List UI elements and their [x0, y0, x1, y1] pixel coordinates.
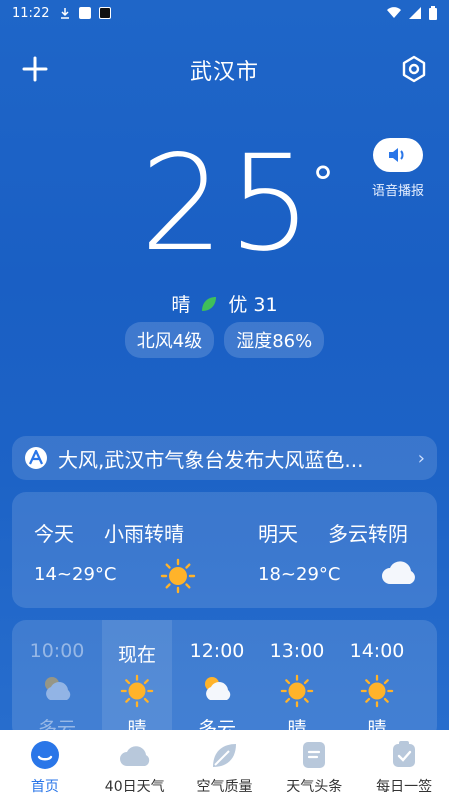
- signal-icon: [409, 7, 421, 19]
- leaf-icon: [202, 296, 217, 311]
- partly-cloudy-icon: [205, 677, 231, 700]
- hourly-item[interactable]: 10:00 多云: [22, 620, 92, 740]
- detail-pills: 北风4级 湿度86%: [0, 322, 449, 358]
- speaker-icon: [389, 148, 404, 162]
- wind-pill: 北风4级: [124, 322, 215, 358]
- hourly-forecast[interactable]: 10:00 多云 现在 晴 12:00 多云 13:00 晴 14:00 晴: [12, 620, 437, 740]
- leaf-icon: [213, 744, 237, 767]
- current-temperature: 25: [140, 127, 316, 281]
- hourly-time: 现在: [117, 644, 156, 666]
- app-notification-icon: [79, 7, 92, 19]
- tomorrow-label: 明天: [258, 522, 298, 546]
- condition-row: 晴 优 31: [0, 290, 449, 317]
- hourly-time: 14:00: [349, 640, 405, 662]
- hourly-time: 13:00: [269, 640, 325, 662]
- nav-air-quality[interactable]: 空气质量: [180, 730, 270, 800]
- current-condition: 晴: [171, 294, 191, 316]
- nav-40-day-label: 40日天气: [104, 779, 165, 795]
- status-time: 11:22: [12, 5, 50, 21]
- tomorrow-condition: 多云转阴: [328, 522, 408, 546]
- wifi-icon: [387, 7, 401, 19]
- alert-icon: [25, 447, 47, 469]
- hourly-item[interactable]: 14:00 晴: [342, 620, 412, 740]
- hourly-time: 12:00: [189, 640, 245, 662]
- home-icon: [30, 741, 59, 769]
- settings-icon[interactable]: [399, 54, 429, 84]
- partly-cloudy-icon: [45, 677, 71, 700]
- status-bar: 11:22: [0, 0, 449, 26]
- cloud-icon: [382, 561, 415, 584]
- chevron-right-icon: ›: [417, 447, 425, 469]
- nav-news[interactable]: 天气头条: [269, 730, 359, 800]
- nav-news-label: 天气头条: [286, 779, 343, 795]
- tomorrow-range: 18~29°C: [258, 564, 341, 585]
- nav-daily-sign-label: 每日一签: [376, 779, 433, 795]
- nav-home-label: 首页: [30, 779, 59, 795]
- sun-icon: [160, 558, 196, 594]
- nav-home[interactable]: 首页: [0, 730, 90, 800]
- nav-40-day[interactable]: 40日天气: [90, 730, 180, 800]
- nav-daily-sign[interactable]: 每日一签: [359, 730, 449, 800]
- bottom-nav: 首页 40日天气 空气质量 天气头条 每日一签: [0, 730, 449, 800]
- checkin-icon: [393, 741, 416, 767]
- today-range: 14~29°C: [34, 564, 117, 585]
- degree-symbol: °: [312, 158, 334, 209]
- air-quality-value[interactable]: 优 31: [228, 290, 277, 317]
- top-bar: 武汉市: [0, 48, 449, 92]
- app-notification-icon-2: [99, 7, 112, 19]
- battery-icon: [429, 6, 437, 20]
- hourly-item[interactable]: 13:00 晴: [262, 620, 332, 740]
- news-icon: [303, 742, 326, 768]
- download-icon: [61, 8, 70, 19]
- voice-bubble[interactable]: [373, 138, 423, 172]
- voice-label: 语音播报: [371, 184, 424, 199]
- humidity-pill: 湿度86%: [224, 322, 325, 358]
- hourly-item-now[interactable]: 现在 晴: [102, 620, 172, 740]
- today-label: 今天: [34, 522, 74, 546]
- sun-icon: [360, 674, 394, 708]
- cloud-calendar-icon: [119, 746, 149, 766]
- hourly-time: 10:00: [29, 640, 85, 662]
- hourly-item[interactable]: 12:00 多云: [182, 620, 252, 740]
- today-condition: 小雨转晴: [104, 522, 184, 546]
- voice-broadcast-button[interactable]: 语音播报: [367, 138, 429, 199]
- add-city-icon[interactable]: [20, 54, 50, 84]
- alert-text: 大风,武汉市气象台发布大风蓝色...: [58, 447, 364, 472]
- two-day-forecast[interactable]: 今天 小雨转晴 14~29°C 明天 多云转阴 18~29°C: [12, 492, 437, 608]
- weather-alert-banner[interactable]: 大风,武汉市气象台发布大风蓝色... ›: [12, 436, 437, 480]
- sun-icon: [280, 674, 314, 708]
- city-title[interactable]: 武汉市: [190, 54, 259, 86]
- sun-icon: [120, 674, 154, 708]
- nav-air-quality-label: 空气质量: [196, 779, 253, 795]
